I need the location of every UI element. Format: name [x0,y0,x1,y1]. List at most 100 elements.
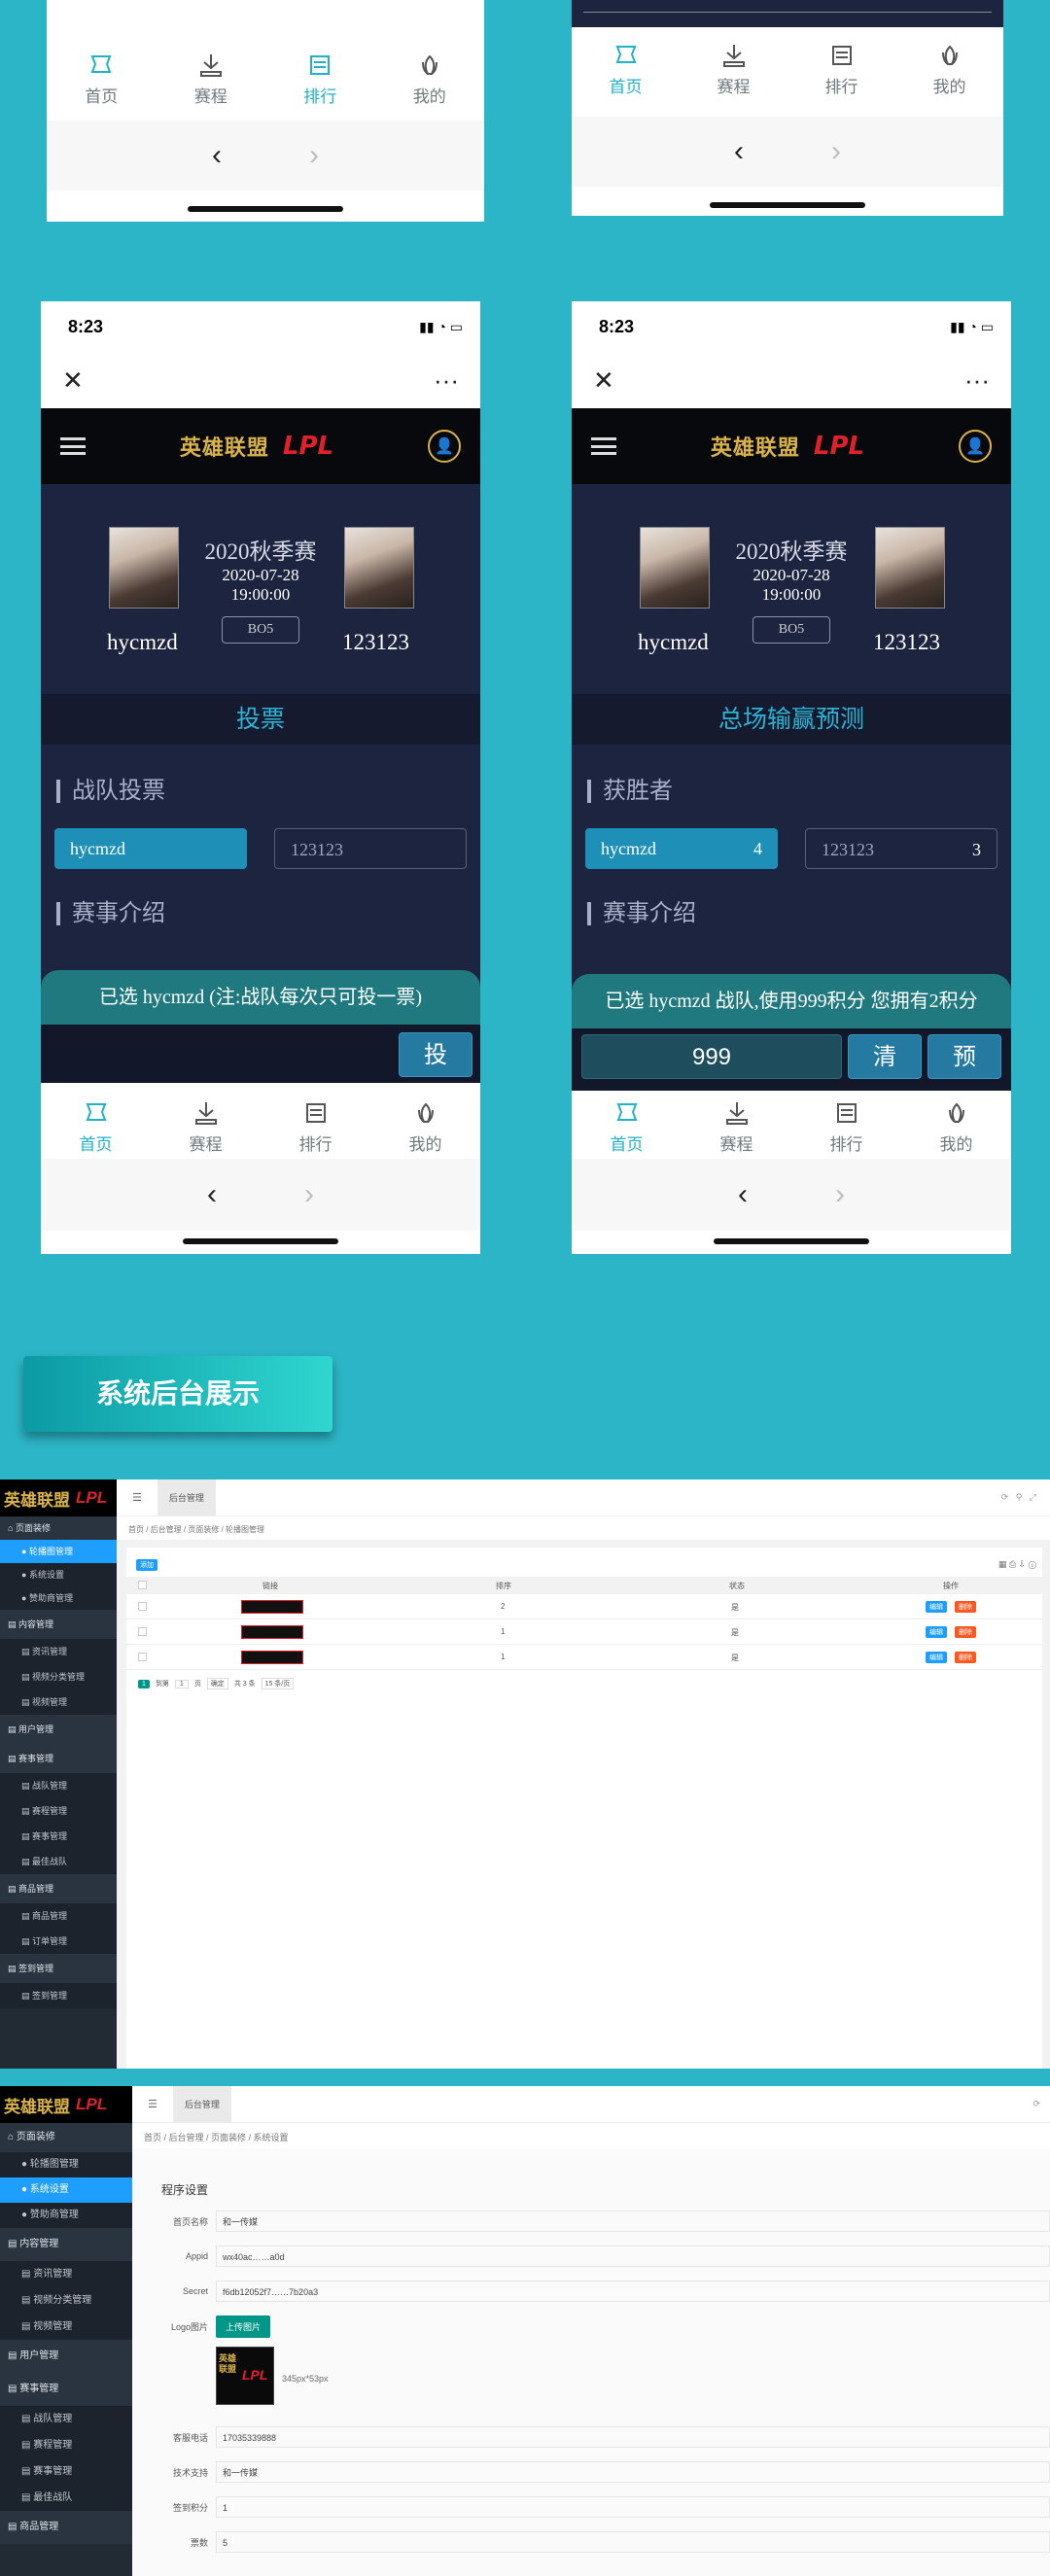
delete-button[interactable]: 删除 [955,1601,976,1613]
sidebar-item-best-team[interactable]: ▤ 最佳战队 [0,2485,132,2511]
page-current[interactable]: 1 [138,1679,150,1688]
sidebar-item-carousel[interactable]: ● 轮播图管理 [0,2152,132,2177]
sidebar-group-user[interactable]: ▤ 用户管理 [0,2340,132,2373]
tab-home[interactable]: 首页 [572,1098,682,1155]
vote-button[interactable]: 投 [399,1032,472,1077]
close-icon[interactable]: ✕ [593,366,614,396]
back-button[interactable]: ‹ [212,139,222,172]
window-controls-icon[interactable]: ⟳ ⚲ ⤢ [1001,1492,1036,1503]
sidebar-item-sponsor[interactable]: ● 赞助商管理 [0,1586,117,1610]
tab-ranking[interactable]: 排行 [265,51,375,107]
tab-mine[interactable]: 我的 [901,1098,1011,1155]
sidebar-item-video-category[interactable]: ▤ 视频分类管理 [0,2287,132,2314]
tab-schedule[interactable]: 赛程 [151,1098,261,1155]
secret-input[interactable]: f6db12052f7……7b20a3 [216,2280,1050,2302]
edit-button[interactable]: 编辑 [926,1626,947,1638]
forward-button[interactable]: › [835,1178,845,1211]
edit-button[interactable]: 编辑 [926,1652,947,1663]
clear-button[interactable]: 清 [848,1034,922,1079]
tab-home[interactable]: 首页 [41,1098,151,1155]
row-checkbox[interactable] [138,1627,147,1636]
delete-button[interactable]: 删除 [955,1652,976,1663]
back-button[interactable]: ‹ [738,1178,748,1211]
option-team-a[interactable]: hycmzd [54,828,247,869]
tab-schedule[interactable]: 赛程 [680,41,788,97]
points-input[interactable]: 999 [581,1034,842,1079]
per-page-select[interactable]: 15 条/页 [261,1678,295,1689]
sidebar-group-page[interactable]: ⌂ 页面装修 [0,2123,132,2152]
sidebar-item-video[interactable]: ▤ 视频管理 [0,1689,117,1715]
row-checkbox[interactable] [138,1653,147,1661]
sidebar-item-schedule[interactable]: ▤ 赛程管理 [0,1798,117,1824]
tab-admin[interactable]: 后台管理 [157,1479,216,1515]
user-icon[interactable]: 👤 [959,430,992,463]
menu-icon[interactable] [591,437,616,455]
service-phone-input[interactable]: 17035339888 [216,2426,1050,2448]
toolbar-icons[interactable]: ▦ ⎙ ⇩ ⓘ [998,1559,1036,1570]
signin-points-input[interactable]: 1 [216,2496,1050,2518]
back-button[interactable]: ‹ [734,135,744,168]
tab-ranking[interactable]: 排行 [791,1098,901,1155]
sidebar-group-content[interactable]: ▤ 内容管理 [0,2228,132,2261]
sidebar-item-signin[interactable]: ▤ 签到管理 [0,1983,117,2008]
tab-admin[interactable]: 后台管理 [172,2086,231,2122]
sidebar-group-content[interactable]: ▤ 内容管理 [0,1610,117,1639]
sidebar-group-user[interactable]: ▤ 用户管理 [0,1715,117,1744]
forward-button[interactable]: › [831,135,841,168]
predict-button[interactable]: 预 [928,1034,1001,1079]
add-button[interactable]: 添加 [136,1559,158,1571]
sidebar-group-event[interactable]: ▤ 赛事管理 [0,2373,132,2406]
tech-support-input[interactable]: 和一传媒 [216,2461,1050,2483]
sidebar-item-orders[interactable]: ▤ 订单管理 [0,1929,117,1954]
refresh-icon[interactable]: ⟳ [1032,2099,1040,2109]
tab-mine[interactable]: 我的 [375,51,485,107]
sidebar-item-carousel[interactable]: ● 轮播图管理 [0,1540,117,1563]
sidebar-item-goods[interactable]: ▤ 商品管理 [0,1903,117,1929]
tab-mine[interactable]: 我的 [895,41,1003,97]
sidebar-group-goods[interactable]: ▤ 商品管理 [0,2511,132,2544]
tab-ranking[interactable]: 排行 [261,1098,370,1155]
option-team-b[interactable]: 123123 [274,828,467,869]
appid-input[interactable]: wx40ac……a0d [216,2245,1050,2267]
sidebar-group-goods[interactable]: ▤ 商品管理 [0,1874,117,1903]
tab-mine[interactable]: 我的 [370,1098,480,1155]
upload-button[interactable]: 上传图片 [216,2315,271,2338]
sidebar-item-news[interactable]: ▤ 资讯管理 [0,1639,117,1664]
sidebar-item-team[interactable]: ▤ 战队管理 [0,2406,132,2432]
forward-button[interactable]: › [304,1178,314,1211]
fold-icon[interactable]: ☰ [132,1491,142,1504]
option-team-a[interactable]: hycmzd 4 [585,828,778,869]
sidebar-item-schedule[interactable]: ▤ 赛程管理 [0,2432,132,2458]
sidebar-item-settings[interactable]: ● 系统设置 [0,2177,132,2203]
fold-icon[interactable]: ☰ [148,2098,158,2110]
option-team-b[interactable]: 123123 3 [805,828,998,869]
sidebar-item-settings[interactable]: ● 系统设置 [0,1563,117,1586]
tab-schedule[interactable]: 赛程 [157,51,266,107]
tab-home[interactable]: 首页 [47,51,157,107]
user-icon[interactable]: 👤 [428,430,461,463]
tab-schedule[interactable]: 赛程 [682,1098,791,1155]
sidebar-item-best-team[interactable]: ▤ 最佳战队 [0,1849,117,1874]
menu-icon[interactable] [60,437,86,455]
more-icon[interactable]: ··· [964,366,990,396]
homepage-name-input[interactable]: 和一传媒 [216,2210,1050,2232]
sidebar-item-sponsor[interactable]: ● 赞助商管理 [0,2203,132,2228]
delete-button[interactable]: 删除 [955,1626,976,1638]
edit-button[interactable]: 编辑 [926,1601,947,1613]
forward-button[interactable]: › [309,139,319,172]
sidebar-group-event[interactable]: ▤ 赛事管理 [0,1744,117,1773]
sidebar-group-page[interactable]: ⌂ 页面装修 [0,1516,117,1540]
sidebar-item-news[interactable]: ▤ 资讯管理 [0,2261,132,2287]
sidebar-item-video-category[interactable]: ▤ 视频分类管理 [0,1664,117,1689]
sidebar-item-event[interactable]: ▤ 赛事管理 [0,1824,117,1849]
sidebar-item-team[interactable]: ▤ 战队管理 [0,1773,117,1798]
more-icon[interactable]: ··· [434,366,459,396]
row-checkbox[interactable] [138,1602,147,1611]
back-button[interactable]: ‹ [207,1178,217,1211]
close-icon[interactable]: ✕ [62,366,84,396]
tab-ranking[interactable]: 排行 [788,41,895,97]
sidebar-item-video[interactable]: ▤ 视频管理 [0,2314,132,2340]
tab-home[interactable]: 首页 [572,41,680,97]
sidebar-group-signin[interactable]: ▤ 签到管理 [0,1954,117,1983]
confirm-button[interactable]: 确定 [206,1678,228,1689]
